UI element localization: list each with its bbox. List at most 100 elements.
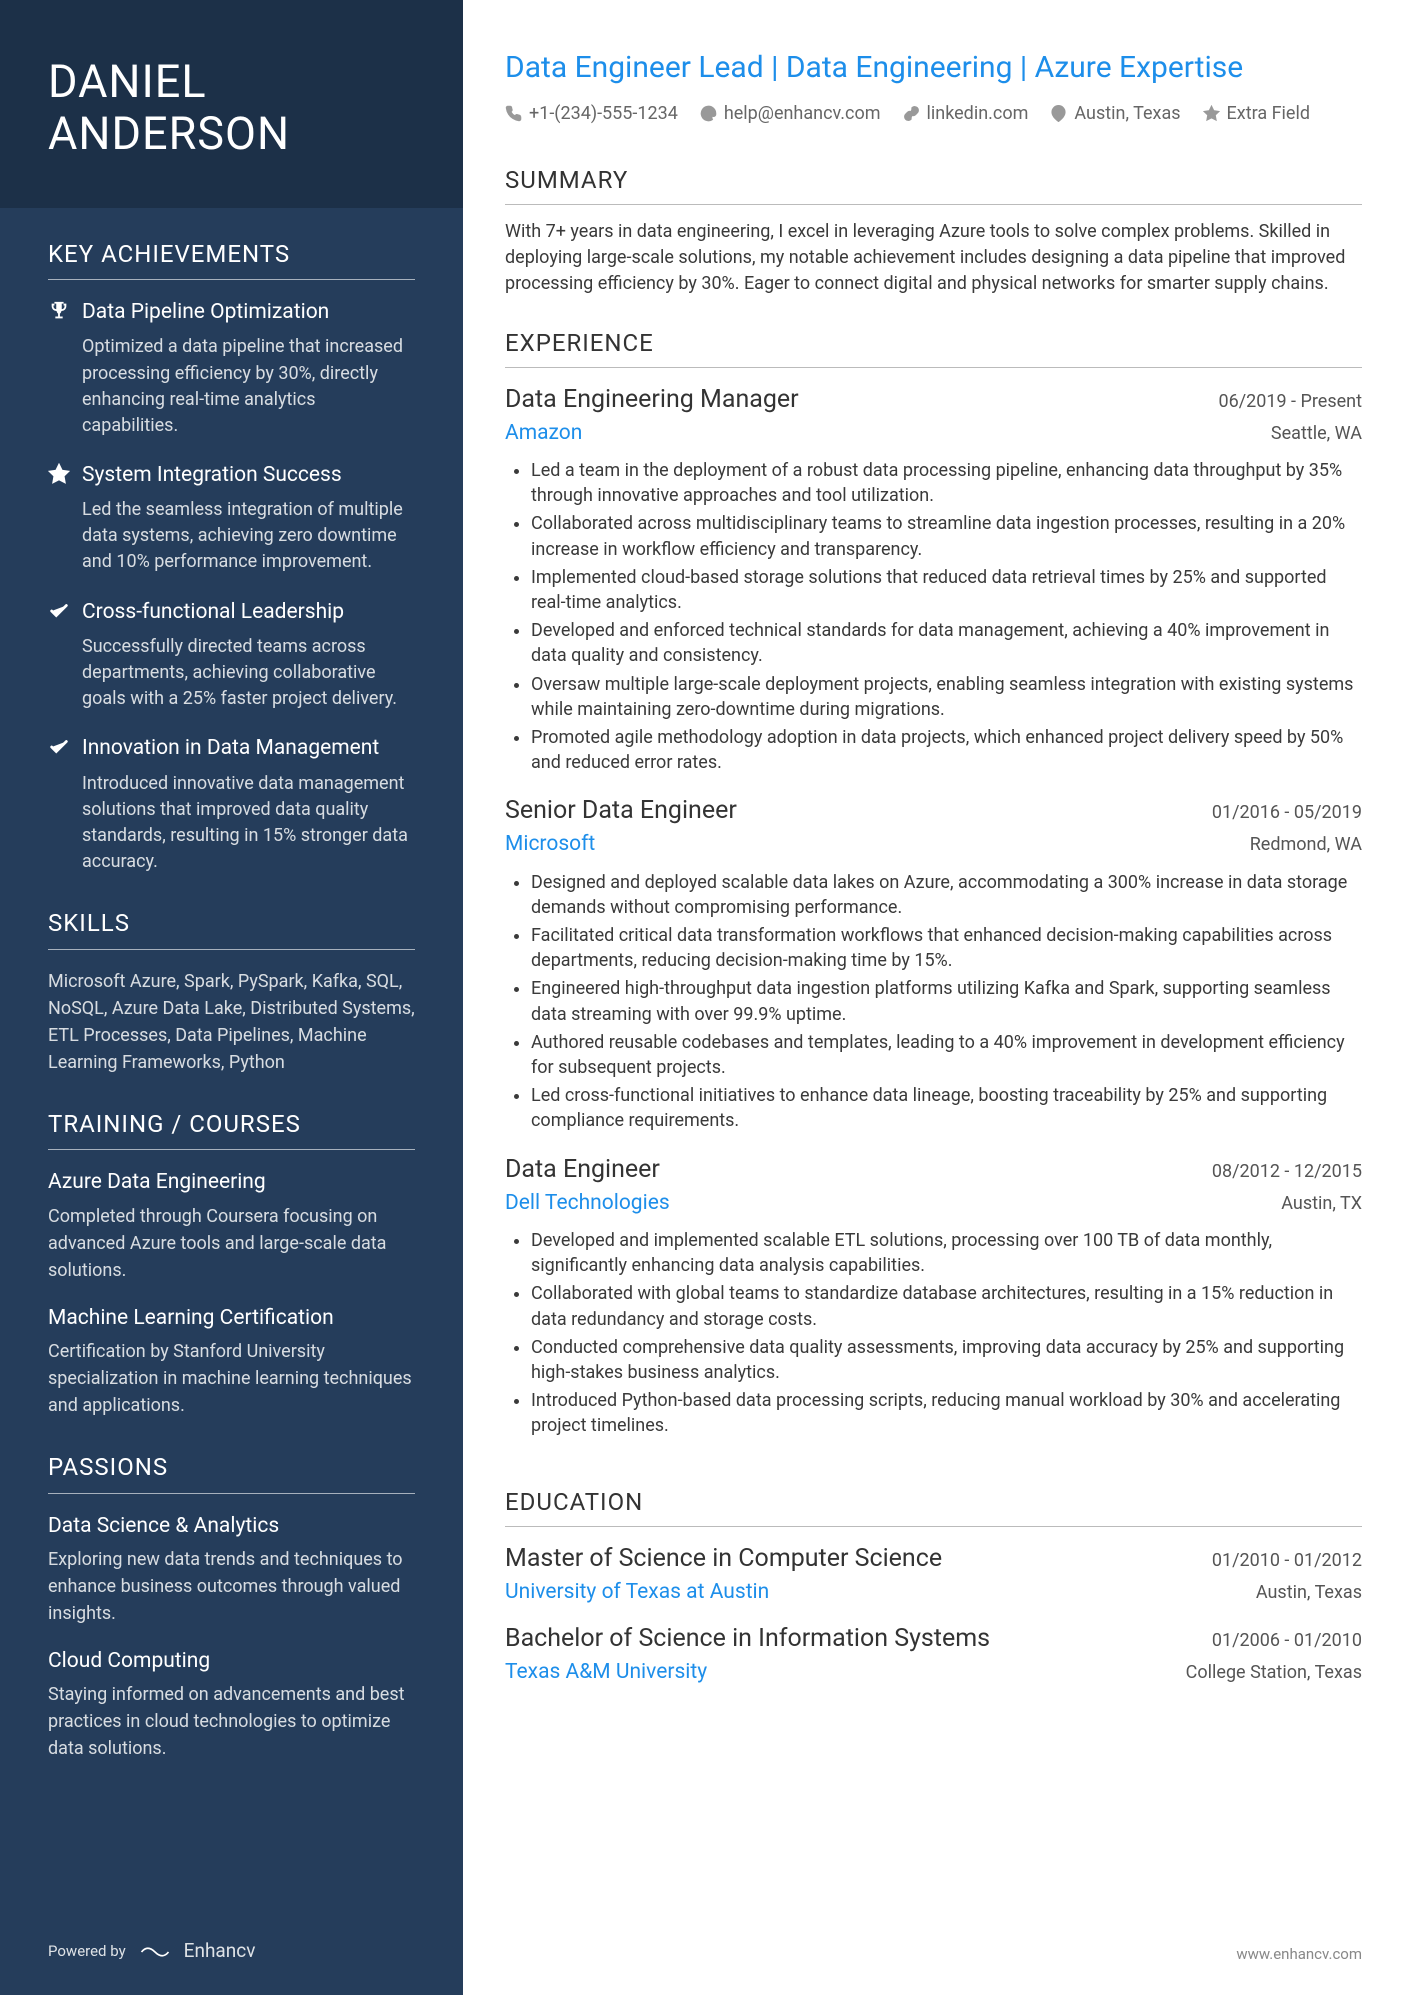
passion-desc: Staying informed on advancements and bes… [48, 1681, 415, 1762]
job-location: Seattle, WA [1271, 421, 1362, 446]
experience-heading: EXPERIENCE [505, 327, 1362, 368]
school: University of Texas at Austin [505, 1578, 769, 1607]
first-name: DANIEL [48, 55, 207, 108]
achievement-title: Innovation in Data Management [82, 734, 379, 763]
pin-icon [1050, 105, 1067, 122]
resume-page: DANIEL ANDERSON KEY ACHIEVEMENTS Data Pi… [0, 0, 1410, 1995]
job-bullet: Led cross-functional initiatives to enha… [531, 1083, 1362, 1133]
contact-phone: +1-(234)-555-1234 [505, 101, 678, 126]
achievements-list: Data Pipeline OptimizationOptimized a da… [48, 298, 415, 875]
passion-desc: Exploring new data trends and techniques… [48, 1546, 415, 1627]
passion-title: Cloud Computing [48, 1647, 415, 1676]
at-icon [700, 105, 717, 122]
location-value: Austin, Texas [1074, 101, 1180, 126]
passions-list: Data Science & Analytics Exploring new da… [48, 1512, 415, 1763]
job-bullet: Conducted comprehensive data quality ass… [531, 1335, 1362, 1385]
job-bullets: Developed and implemented scalable ETL s… [505, 1228, 1362, 1439]
achievement-desc: Led the seamless integration of multiple… [48, 497, 415, 575]
last-name: ANDERSON [48, 107, 290, 160]
job-title: Data Engineering Manager [505, 382, 799, 417]
job-bullet: Oversaw multiple large-scale deployment … [531, 672, 1362, 722]
job-bullet: Engineered high-throughput data ingestio… [531, 976, 1362, 1026]
job-bullet: Developed and implemented scalable ETL s… [531, 1228, 1362, 1278]
job-company: Dell Technologies [505, 1189, 670, 1218]
job-bullet: Authored reusable codebases and template… [531, 1030, 1362, 1080]
contact-location: Austin, Texas [1050, 101, 1180, 126]
education-item: Master of Science in Computer Science01/… [505, 1541, 1362, 1607]
degree: Bachelor of Science in Information Syste… [505, 1621, 990, 1656]
job-bullet: Introduced Python-based data processing … [531, 1388, 1362, 1438]
job-bullet: Collaborated across multidisciplinary te… [531, 511, 1362, 561]
contact-extra: Extra Field [1203, 101, 1310, 126]
education-date: 01/2010 - 01/2012 [1212, 1548, 1362, 1573]
main-content: Data Engineer Lead | Data Engineering | … [463, 0, 1410, 1995]
name-block: DANIEL ANDERSON [0, 0, 463, 208]
passion-title: Data Science & Analytics [48, 1512, 415, 1541]
job-date: 08/2012 - 12/2015 [1212, 1159, 1362, 1184]
course-desc: Completed through Coursera focusing on a… [48, 1203, 415, 1284]
job-company: Microsoft [505, 830, 595, 859]
job-company: Amazon [505, 419, 582, 448]
passion-item: Cloud Computing Staying informed on advan… [48, 1647, 415, 1762]
powered-by: Powered by Enhancv [0, 1918, 463, 1995]
education-location: Austin, Texas [1256, 1580, 1362, 1605]
full-name: DANIEL ANDERSON [48, 56, 415, 160]
job-location: Redmond, WA [1250, 832, 1362, 857]
job-bullet: Designed and deployed scalable data lake… [531, 870, 1362, 920]
linkedin-value: linkedin.com [927, 101, 1029, 126]
course-desc: Certification by Stanford University spe… [48, 1338, 415, 1419]
brand-name: Enhancv [184, 1938, 256, 1965]
experience-list: Data Engineering Manager06/2019 - Presen… [505, 382, 1362, 1457]
headline: Data Engineer Lead | Data Engineering | … [505, 48, 1362, 87]
phone-icon [505, 105, 522, 122]
job-bullets: Designed and deployed scalable data lake… [505, 870, 1362, 1134]
check-icon [48, 598, 70, 628]
contact-linkedin: linkedin.com [903, 101, 1029, 126]
job-bullets: Led a team in the deployment of a robust… [505, 458, 1362, 775]
course-title: Machine Learning Certification [48, 1304, 415, 1333]
sidebar: DANIEL ANDERSON KEY ACHIEVEMENTS Data Pi… [0, 0, 463, 1995]
job-item: Data Engineering Manager06/2019 - Presen… [505, 382, 1362, 776]
courses-heading: TRAINING / COURSES [48, 1108, 415, 1151]
achievement-item: Cross-functional LeadershipSuccessfully … [48, 598, 415, 713]
powered-by-label: Powered by [48, 1941, 126, 1962]
contact-email: help@enhancv.com [700, 101, 881, 126]
achievement-title: System Integration Success [82, 461, 342, 490]
summary-text: With 7+ years in data engineering, I exc… [505, 219, 1362, 297]
extra-value: Extra Field [1227, 101, 1310, 126]
star-icon [48, 461, 70, 491]
education-location: College Station, Texas [1186, 1660, 1362, 1685]
job-bullet: Collaborated with global teams to standa… [531, 1281, 1362, 1331]
education-item: Bachelor of Science in Information Syste… [505, 1621, 1362, 1687]
achievement-desc: Introduced innovative data management so… [48, 771, 415, 875]
skills-heading: SKILLS [48, 907, 415, 950]
job-location: Austin, TX [1281, 1191, 1362, 1216]
achievement-item: Data Pipeline OptimizationOptimized a da… [48, 298, 415, 439]
link-icon [903, 105, 920, 122]
school: Texas A&M University [505, 1658, 707, 1687]
skills-text: Microsoft Azure, Spark, PySpark, Kafka, … [48, 968, 415, 1076]
course-title: Azure Data Engineering [48, 1168, 415, 1197]
summary-heading: SUMMARY [505, 164, 1362, 205]
job-item: Senior Data Engineer01/2016 - 05/2019Mic… [505, 793, 1362, 1133]
achievement-title: Cross-functional Leadership [82, 598, 344, 627]
achievement-item: Innovation in Data Management Introduced … [48, 734, 415, 875]
achievement-desc: Optimized a data pipeline that increased… [48, 334, 415, 438]
contact-bar: +1-(234)-555-1234 help@enhancv.com linke… [505, 101, 1362, 126]
star-icon [1203, 105, 1220, 122]
job-title: Senior Data Engineer [505, 793, 737, 828]
job-item: Data Engineer 08/2012 - 12/2015 Dell Techn… [505, 1152, 1362, 1439]
job-bullet: Led a team in the deployment of a robust… [531, 458, 1362, 508]
phone-value: +1-(234)-555-1234 [529, 101, 678, 126]
job-title: Data Engineer [505, 1152, 660, 1187]
education-date: 01/2006 - 01/2010 [1212, 1628, 1362, 1653]
sidebar-content: KEY ACHIEVEMENTS Data Pipeline Optimizat… [0, 208, 463, 1919]
job-bullet: Promoted agile methodology adoption in d… [531, 725, 1362, 775]
enhancv-logo-icon [140, 1942, 170, 1962]
job-bullet: Developed and enforced technical standar… [531, 618, 1362, 668]
course-item: Machine Learning Certification Certificat… [48, 1304, 415, 1419]
course-item: Azure Data Engineering Completed through … [48, 1168, 415, 1283]
job-bullet: Facilitated critical data transformation… [531, 923, 1362, 973]
trophy-icon [48, 298, 70, 328]
achievement-item: System Integration Success Led the seamle… [48, 461, 415, 576]
